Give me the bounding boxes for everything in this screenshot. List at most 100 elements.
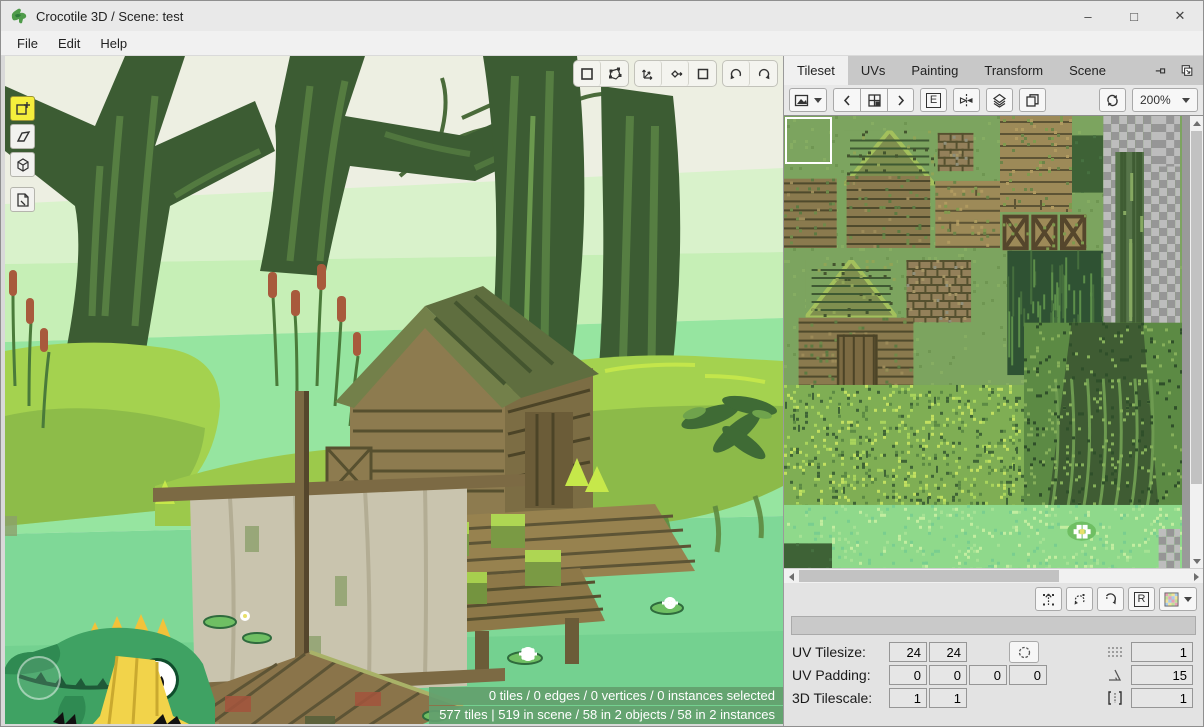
hscroll-thumb[interactable] — [799, 570, 1059, 582]
chevron-right-icon — [893, 93, 908, 108]
add-tile-tool-button[interactable] — [10, 96, 35, 121]
tileset-toolbar: E 200% — [784, 85, 1203, 116]
popout-panel-button[interactable] — [1175, 60, 1199, 82]
tileset-view[interactable] — [784, 116, 1203, 568]
uv-tilesize-label: UV Tilesize: — [792, 644, 889, 660]
extrude-icon — [1103, 690, 1127, 706]
tile-color-grid-button[interactable] — [1159, 587, 1197, 611]
viewport-nav-widget[interactable] — [17, 656, 61, 700]
pivot-move-button[interactable] — [662, 61, 689, 86]
tileset-image[interactable] — [784, 116, 1182, 568]
tileset-image-select-button[interactable] — [789, 88, 827, 112]
angle-snap-input[interactable] — [1131, 665, 1193, 685]
tile-transform-row: R — [784, 583, 1203, 615]
selected-tile-highlight — [785, 117, 832, 164]
undo-button[interactable] — [723, 61, 750, 86]
redo-icon — [756, 66, 772, 82]
viewport-3d[interactable]: 0 tiles / 0 edges / 0 vertices / 0 insta… — [5, 56, 783, 724]
select-vertices-button[interactable] — [601, 61, 628, 86]
move-icon — [640, 66, 656, 82]
flip-icon — [959, 93, 974, 108]
refresh-tileset-button[interactable] — [1099, 88, 1126, 112]
vscroll-thumb[interactable] — [1191, 131, 1202, 484]
page-icon — [15, 192, 31, 208]
next-tileset-button[interactable] — [887, 88, 914, 112]
move-tool-button[interactable] — [635, 61, 662, 86]
uv-tilesize-link-button[interactable] — [1009, 641, 1039, 663]
prev-tileset-button[interactable] — [833, 88, 860, 112]
minimize-button[interactable]: – — [1065, 1, 1111, 31]
app-window: Crocotile 3D / Scene: test – □ ✕ File Ed… — [0, 0, 1204, 727]
quad-icon — [15, 129, 31, 145]
grid-snap-input[interactable] — [1131, 642, 1193, 662]
snap-settings — [1103, 641, 1195, 726]
uv-tilesize-x-input[interactable] — [889, 642, 927, 662]
tab-tileset[interactable]: Tileset — [784, 56, 848, 85]
pin-panel-button[interactable] — [1149, 60, 1173, 82]
uv-padding-4-input[interactable] — [1009, 665, 1047, 685]
status-overlay: 0 tiles / 0 edges / 0 vertices / 0 insta… — [429, 686, 783, 724]
flip-tile-button[interactable] — [953, 88, 980, 112]
menu-file[interactable]: File — [7, 33, 48, 54]
tileset-vertical-scrollbar[interactable] — [1190, 116, 1203, 568]
scroll-down-button[interactable] — [1190, 554, 1203, 568]
scroll-up-button[interactable] — [1190, 116, 1203, 130]
rotate-ccw-icon — [1072, 592, 1087, 607]
panel-tabs: Tileset UVs Painting Transform Scene — [784, 56, 1203, 85]
tilescale-y-input[interactable] — [929, 688, 967, 708]
menu-edit[interactable]: Edit — [48, 33, 90, 54]
scroll-right-button[interactable] — [1189, 569, 1203, 584]
chevron-left-icon — [840, 93, 855, 108]
tileset-note-bar[interactable] — [791, 616, 1196, 635]
face-tool-button[interactable] — [10, 124, 35, 149]
selection-status: 0 tiles / 0 edges / 0 vertices / 0 insta… — [429, 687, 783, 705]
window-controls: – □ ✕ — [1065, 1, 1203, 31]
extrude-snap-input[interactable] — [1131, 688, 1193, 708]
pivot-diamond-icon — [667, 66, 683, 82]
layers-diamond-icon — [992, 93, 1007, 108]
tilescale-label: 3D Tilescale: — [792, 690, 889, 706]
tileset-horizontal-scrollbar[interactable] — [784, 568, 1203, 583]
uv-tilesize-y-input[interactable] — [929, 642, 967, 662]
redo-button[interactable] — [750, 61, 777, 86]
tab-scene[interactable]: Scene — [1056, 56, 1119, 85]
duplicate-icon — [1025, 93, 1040, 108]
tab-uvs[interactable]: UVs — [848, 56, 899, 85]
tileset-grid-button[interactable] — [860, 88, 887, 112]
image-icon — [794, 93, 809, 108]
rotate-cw-icon — [1103, 592, 1118, 607]
tab-transform[interactable]: Transform — [971, 56, 1056, 85]
edit-tileset-button[interactable]: E — [920, 88, 947, 112]
zoom-level-value: 200% — [1140, 93, 1171, 107]
viewport-toolbar — [574, 61, 777, 86]
uv-padding-3-input[interactable] — [969, 665, 1007, 685]
uv-padding-label: UV Padding: — [792, 667, 889, 683]
scroll-left-button[interactable] — [784, 569, 798, 584]
uv-padding-2-input[interactable] — [929, 665, 967, 685]
rotate-ccw-button[interactable] — [1066, 587, 1093, 611]
rotate-cw-button[interactable] — [1097, 587, 1124, 611]
tab-painting[interactable]: Painting — [898, 56, 971, 85]
layers-button[interactable] — [986, 88, 1013, 112]
flip-vertical-button[interactable] — [1035, 587, 1062, 611]
flip-vertical-icon — [1041, 592, 1056, 607]
select-rect-button[interactable] — [574, 61, 601, 86]
cube-tool-button[interactable] — [10, 152, 35, 177]
duplicate-button[interactable] — [1019, 88, 1046, 112]
angle-snap-icon — [1103, 667, 1127, 683]
menu-help[interactable]: Help — [90, 33, 137, 54]
refresh-icon — [1105, 93, 1120, 108]
page-tool-button[interactable] — [10, 187, 35, 212]
tileset-properties: UV Tilesize: UV Padding: 3D Tilescale: — [784, 639, 1203, 726]
zoom-level-select[interactable]: 200% — [1132, 88, 1198, 112]
maximize-button[interactable]: □ — [1111, 1, 1157, 31]
uv-properties: UV Tilesize: UV Padding: 3D Tilescale: — [792, 641, 1083, 726]
uv-padding-1-input[interactable] — [889, 665, 927, 685]
tilescale-x-input[interactable] — [889, 688, 927, 708]
right-panel: Tileset UVs Painting Transform Scene — [783, 56, 1203, 726]
tool-palette — [10, 96, 35, 212]
grid-window-icon — [867, 93, 882, 108]
close-button[interactable]: ✕ — [1157, 1, 1203, 31]
reset-rotation-button[interactable]: R — [1128, 587, 1155, 611]
scale-tool-button[interactable] — [689, 61, 716, 86]
